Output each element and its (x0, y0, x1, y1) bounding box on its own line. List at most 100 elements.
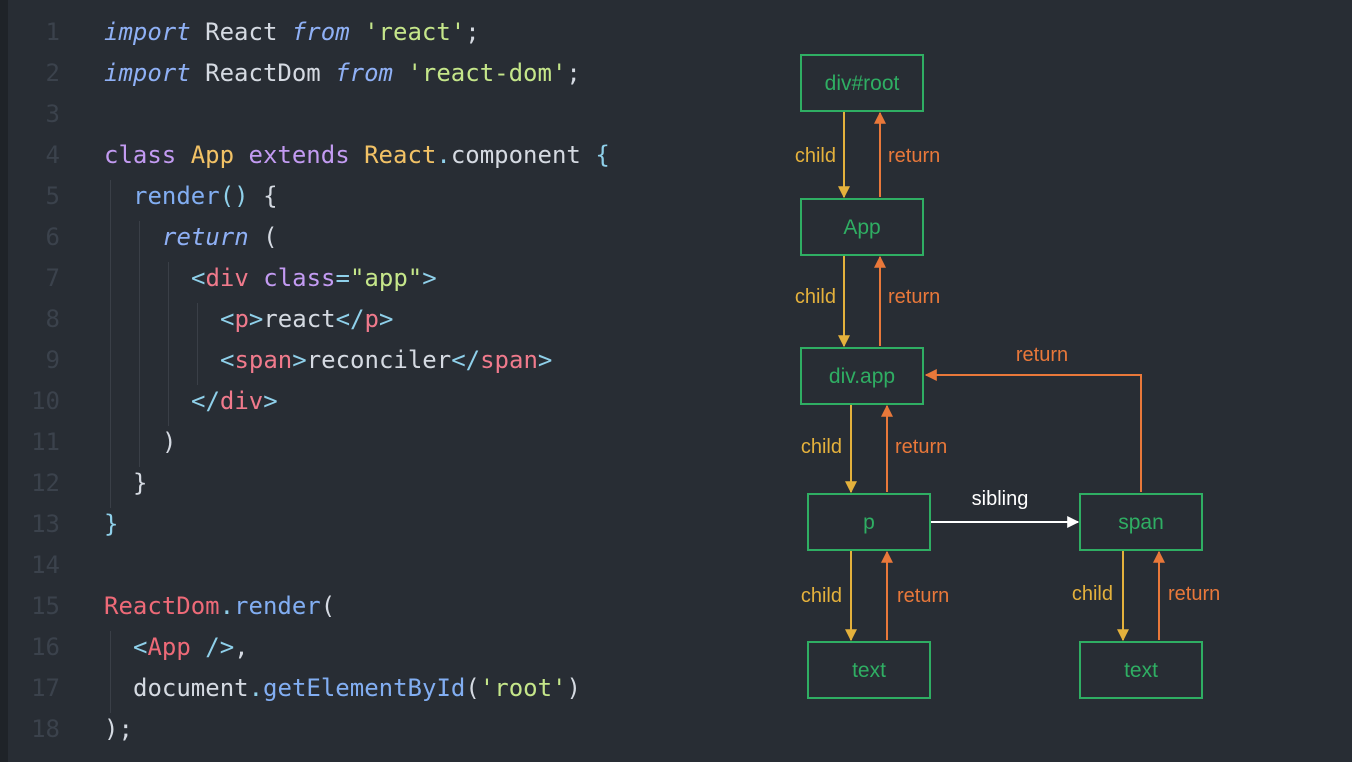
node-app: App (800, 198, 924, 256)
code-token: > (263, 387, 278, 415)
line-number: 6 (45, 223, 60, 251)
node-root: div#root (800, 54, 924, 112)
code-token: return (162, 223, 249, 251)
node-ptext: text (807, 641, 931, 699)
code-text: <span>reconciler</span> (220, 340, 552, 381)
code-token: </ (191, 387, 220, 415)
code-token: extends (248, 141, 350, 169)
indent-guide (110, 631, 111, 713)
code-text: class App extends React.component { (104, 135, 610, 176)
code-token: > (422, 264, 437, 292)
code-token: App (147, 633, 191, 661)
code-line: 14 (8, 545, 708, 586)
code-line: 18); (8, 709, 708, 750)
node-span: span (1079, 493, 1203, 551)
code-token: < (220, 305, 235, 333)
line-number: 18 (31, 715, 60, 743)
code-token: from (291, 18, 350, 46)
edge-return-label: return (895, 436, 947, 458)
line-number: 3 (45, 100, 60, 128)
code-token: } (104, 510, 119, 538)
code-line: 3 (8, 94, 708, 135)
code-token: React (190, 18, 292, 46)
code-token: ; (118, 715, 133, 743)
code-token: p (234, 305, 249, 333)
code-token: span (480, 346, 538, 374)
code-token: . (248, 674, 264, 702)
edge-return-label: return (888, 286, 940, 308)
node-label: text (1124, 659, 1158, 682)
code-token: render (133, 182, 220, 210)
line-number: 15 (31, 592, 60, 620)
code-text: <App />, (133, 627, 249, 668)
edge-child-label: child (801, 436, 842, 458)
code-token: React (349, 141, 437, 169)
code-line: 11) (8, 422, 708, 463)
line-number: 5 (45, 182, 60, 210)
code-token: < (133, 633, 148, 661)
code-token: ReactDom (190, 59, 336, 87)
code-text: </div> (191, 381, 278, 422)
code-text: import React from 'react'; (104, 12, 480, 53)
code-token: class (104, 141, 177, 169)
code-text: render() { (133, 176, 278, 217)
code-token: > (248, 305, 264, 333)
code-token: "app" (349, 264, 423, 292)
edge-child-label: child (1072, 583, 1113, 605)
code-token: class (248, 264, 336, 292)
code-line: 5 render() { (8, 176, 708, 217)
code-text: ); (104, 709, 133, 750)
node-divapp: div.app (800, 347, 924, 405)
line-number: 17 (31, 674, 60, 702)
code-token: reconciler (306, 346, 452, 374)
code-token: react (263, 305, 336, 333)
edge-return-label: return (888, 145, 940, 167)
code-token: { (263, 182, 278, 210)
edge-return-arrow (924, 369, 1142, 492)
code-token: </ (451, 346, 481, 374)
code-text: <div class="app"> (191, 258, 437, 299)
code-line: 10 </div> (8, 381, 708, 422)
code-line: 1 import React from 'react'; (8, 12, 708, 53)
line-number: 16 (31, 633, 60, 661)
code-token: ) (162, 428, 177, 456)
code-token: > (378, 305, 394, 333)
line-number: 13 (31, 510, 60, 538)
code-text: ReactDom.render( (104, 586, 335, 627)
code-text: ) (162, 422, 176, 463)
indent-guide (139, 221, 140, 467)
code-token: < (220, 346, 235, 374)
line-number: 9 (45, 346, 60, 374)
code-token: () (219, 182, 264, 210)
line-number: 10 (31, 387, 60, 415)
node-label: App (843, 216, 880, 239)
line-number: 2 (45, 59, 60, 87)
indent-guide (110, 180, 111, 508)
code-token: , (234, 633, 249, 661)
code-line: 16 <App />, (8, 627, 708, 668)
node-label: span (1118, 511, 1164, 534)
code-token: getElementById (263, 674, 466, 702)
code-token: > (292, 346, 307, 374)
code-token: ( (320, 592, 336, 620)
line-number: 1 (45, 18, 60, 46)
code-line: 8 <p>react</p> (8, 299, 708, 340)
line-number: 14 (31, 551, 60, 579)
line-number: 12 (31, 469, 60, 497)
node-p: p (807, 493, 931, 551)
code-token: document (133, 674, 249, 702)
edge-return-label: return (897, 585, 949, 607)
node-spantext: text (1079, 641, 1203, 699)
code-token: div (219, 387, 264, 415)
node-label: text (852, 659, 886, 682)
line-number: 11 (31, 428, 60, 456)
code-line: 2 import ReactDom from 'react-dom'; (8, 53, 708, 94)
code-token: p (364, 305, 379, 333)
edge-child-label: child (801, 585, 842, 607)
line-number: 8 (45, 305, 60, 333)
code-token: { (595, 141, 610, 169)
code-token: } (133, 469, 148, 497)
code-token: ( (248, 223, 278, 251)
code-token: . (219, 592, 235, 620)
code-token: ; (566, 59, 581, 87)
